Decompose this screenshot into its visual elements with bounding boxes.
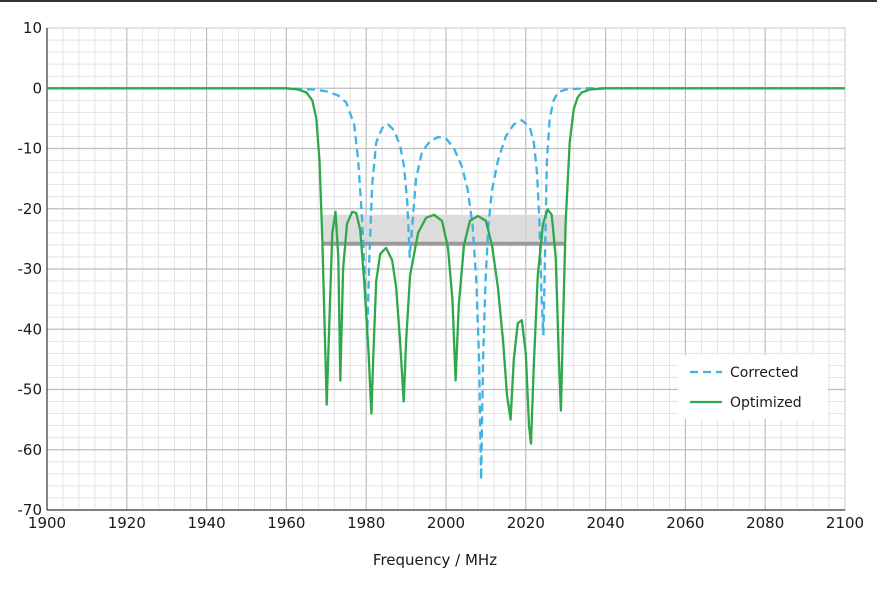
- frequency-response-chart: 1900 1920 1940 1960 1980 2000 2020 2040 2060 2080…: [18, 19, 865, 569]
- legend-corrected-label: Corrected: [730, 365, 799, 381]
- y-tick-label: -50: [18, 381, 43, 399]
- legend-optimized-label: Optimized: [730, 395, 802, 411]
- y-tick-label: 0: [32, 79, 42, 97]
- x-tick-label: 2000: [427, 514, 465, 532]
- x-tick-label: 1980: [347, 514, 385, 532]
- x-tick-label: 1940: [188, 514, 226, 532]
- y-tick-label: 10: [23, 19, 42, 37]
- y-tick-label: -10: [18, 140, 43, 158]
- x-tick-label: 2080: [746, 514, 784, 532]
- x-tick-label: 2100: [826, 514, 864, 532]
- x-tick-label: 2040: [587, 514, 625, 532]
- y-tick-label: -60: [18, 441, 43, 459]
- x-tick-label: 2060: [666, 514, 704, 532]
- y-tick-label: -70: [18, 501, 43, 519]
- x-tick-label: 1920: [108, 514, 146, 532]
- y-tick-label: -20: [18, 200, 43, 218]
- x-axis-label: Frequency / MHz: [373, 551, 497, 569]
- grid: [46, 27, 846, 511]
- legend: Corrected Optimized: [678, 355, 828, 419]
- y-tick-label: -30: [18, 260, 43, 278]
- y-tick-label: -40: [18, 320, 43, 338]
- x-tick-label: 2020: [507, 514, 545, 532]
- x-tick-label: 1960: [267, 514, 305, 532]
